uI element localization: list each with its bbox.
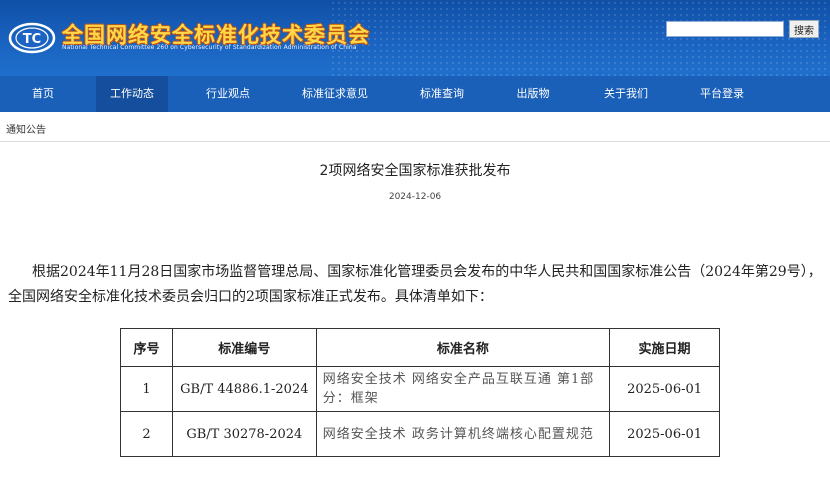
search-button[interactable]: 搜索 (789, 20, 819, 38)
header-standard-number: 标准编号 (171, 328, 317, 367)
svg-text:TC: TC (23, 32, 41, 47)
cell-standard-number: GB/T 44886.1-2024 (171, 366, 317, 412)
header-banner: TC 全国网络安全标准化技术委员会 National Technical Com… (0, 0, 830, 76)
cell-standard-name: 网络安全技术 网络安全产品互联互通 第1部分：框架 (315, 366, 611, 412)
world-map-decoration (330, 0, 830, 76)
header-standard-name: 标准名称 (315, 328, 611, 367)
article-date: 2024-12-06 (388, 192, 442, 202)
table-row: 2 GB/T 30278-2024 网络安全技术 政务计算机终端核心配置规范 2… (120, 411, 720, 457)
table-header-row: 序号 标准编号 标准名称 实施日期 (120, 328, 720, 367)
header-serial: 序号 (120, 328, 173, 367)
cell-standard-name: 网络安全技术 政务计算机终端核心配置规范 (315, 411, 611, 457)
site-subtitle: National Technical Committee 260 on Cybe… (62, 44, 357, 51)
standards-table: 序号 标准编号 标准名称 实施日期 1 GB/T 44886.1-2024 网络… (120, 328, 720, 457)
article-title: 2项网络安全国家标准获批发布 (319, 163, 511, 179)
cell-serial: 1 (120, 366, 173, 412)
breadcrumb: 通知公告 (0, 112, 830, 142)
nav-item-standard-comments[interactable]: 标准征求意见 (292, 76, 378, 112)
header-implementation-date: 实施日期 (609, 328, 720, 367)
search-input[interactable] (666, 21, 784, 37)
tc260-logo-icon[interactable]: TC (8, 22, 56, 54)
cell-serial: 2 (120, 411, 173, 457)
cell-implementation-date: 2025-06-01 (609, 411, 720, 457)
nav-item-industry-views[interactable]: 行业观点 (196, 76, 260, 112)
nav-item-platform-login[interactable]: 平台登录 (690, 76, 754, 112)
nav-item-about-us[interactable]: 关于我们 (594, 76, 658, 112)
table-row: 1 GB/T 44886.1-2024 网络安全技术 网络安全产品互联互通 第1… (120, 366, 720, 412)
cell-implementation-date: 2025-06-01 (609, 366, 720, 412)
nav-item-standard-search[interactable]: 标准查询 (410, 76, 474, 112)
nav-item-publications[interactable]: 出版物 (506, 76, 560, 112)
cell-standard-number: GB/T 30278-2024 (171, 411, 317, 457)
breadcrumb-notice[interactable]: 通知公告 (6, 125, 46, 136)
nav-item-work-news[interactable]: 工作动态 (96, 76, 168, 112)
nav-item-home[interactable]: 首页 (18, 76, 68, 112)
article-body: 根据2024年11月28日国家市场监督管理总局、国家标准化管理委员会发布的中华人… (8, 264, 822, 305)
main-nav: 首页 工作动态 行业观点 标准征求意见 标准查询 出版物 关于我们 平台登录 (0, 76, 830, 112)
